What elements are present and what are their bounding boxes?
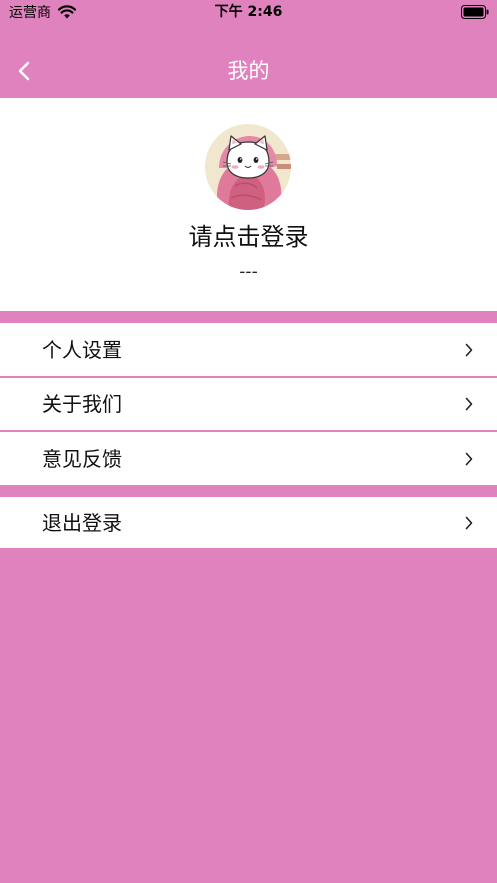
menu-item-label: 个人设置 bbox=[42, 337, 122, 362]
menu-item-personal-settings[interactable]: 个人设置 bbox=[0, 323, 497, 376]
menu-item-feedback[interactable]: 意见反馈 bbox=[0, 432, 497, 485]
nav-bar: 我的 bbox=[0, 44, 497, 98]
profile-card: 请点击登录 --- bbox=[0, 98, 497, 311]
logout-button[interactable]: 退出登录 bbox=[0, 497, 497, 548]
status-bar: 运营商 下午 2:46 bbox=[0, 0, 497, 26]
chevron-right-icon bbox=[465, 516, 473, 529]
profile-subtitle: --- bbox=[239, 262, 258, 282]
avatar[interactable] bbox=[205, 124, 291, 210]
battery-icon bbox=[461, 5, 489, 19]
login-prompt[interactable]: 请点击登录 bbox=[0, 221, 497, 253]
chevron-right-icon bbox=[465, 343, 473, 356]
menu-item-about-us[interactable]: 关于我们 bbox=[0, 378, 497, 430]
cat-avatar-icon bbox=[205, 124, 291, 210]
menu-item-label: 意见反馈 bbox=[42, 446, 122, 471]
logout-label: 退出登录 bbox=[42, 510, 122, 535]
page-title: 我的 bbox=[227, 59, 270, 83]
chevron-right-icon bbox=[465, 452, 473, 465]
status-time: 下午 2:46 bbox=[214, 4, 283, 20]
chevron-right-icon bbox=[465, 397, 473, 411]
menu-item-label: 关于我们 bbox=[42, 392, 122, 416]
